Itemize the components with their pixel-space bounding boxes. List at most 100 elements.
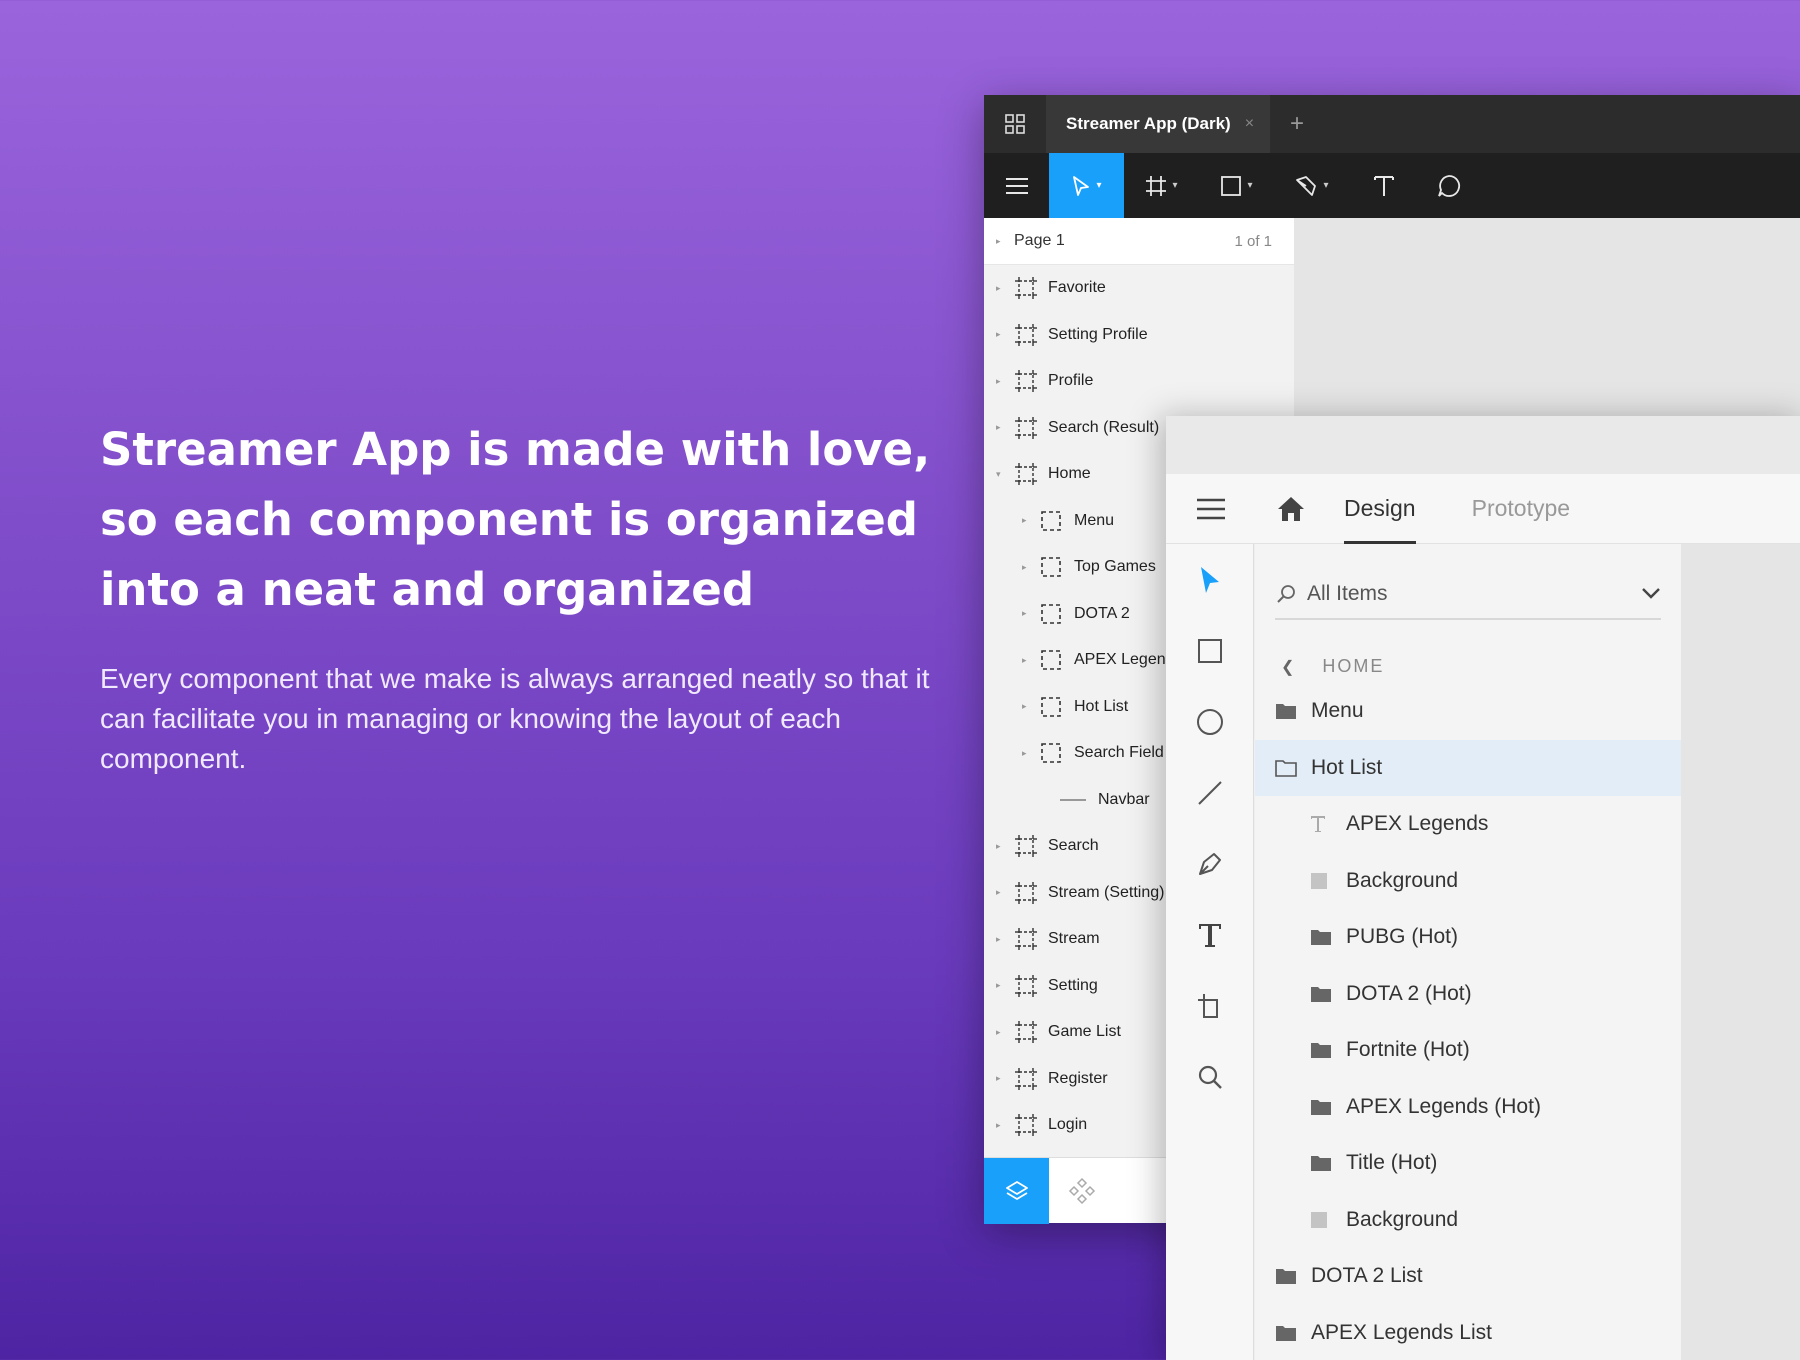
chevron-right-icon[interactable]: ▸ xyxy=(996,1027,1014,1038)
layer-label: Search xyxy=(1048,837,1099,855)
home-icon[interactable] xyxy=(1256,474,1326,544)
frame-icon xyxy=(1014,323,1048,347)
pen-tool-button[interactable]: ▾ xyxy=(1274,153,1349,218)
toolbar: ▾ ▾ ▾ ▾ xyxy=(984,153,1800,218)
chevron-right-icon[interactable]: ▸ xyxy=(996,887,1014,898)
close-icon[interactable]: × xyxy=(1245,115,1254,133)
search-tool[interactable] xyxy=(1166,1041,1253,1112)
asset-list-item[interactable]: APEX Legends (Hot) xyxy=(1255,1079,1681,1136)
tab-design[interactable]: Design xyxy=(1344,474,1416,544)
chevron-right-icon[interactable]: ▸ xyxy=(1022,701,1040,712)
layers-tab-button[interactable] xyxy=(984,1158,1049,1224)
page-label: Page 1 xyxy=(1014,232,1065,249)
chevron-right-icon[interactable]: ▸ xyxy=(996,934,1014,945)
layer-label: Search (Result) xyxy=(1048,418,1160,436)
line-icon xyxy=(1197,780,1222,805)
chevron-right-icon[interactable]: ▸ xyxy=(996,1120,1014,1131)
comment-tool-button[interactable] xyxy=(1419,153,1479,218)
asset-label: PUBG (Hot) xyxy=(1346,925,1459,949)
chevron-right-icon: ▸ xyxy=(996,235,1001,246)
folder-icon xyxy=(1310,1154,1346,1172)
chevron-right-icon[interactable]: ▸ xyxy=(996,1073,1014,1084)
asset-list-item[interactable]: APEX Legends List xyxy=(1255,1305,1681,1360)
page-count: 1 of 1 xyxy=(1234,232,1272,250)
chevron-right-icon[interactable]: ▸ xyxy=(996,376,1014,387)
layer-label: Favorite xyxy=(1048,279,1106,297)
group-icon xyxy=(1040,742,1074,764)
folder-open-icon xyxy=(1275,759,1311,777)
slice-tool[interactable] xyxy=(1166,970,1253,1041)
text-icon xyxy=(1198,923,1221,947)
chevron-down-icon: ▾ xyxy=(1247,180,1253,191)
asset-list-item[interactable]: PUBG (Hot) xyxy=(1255,909,1681,966)
text-tool[interactable] xyxy=(1166,899,1253,970)
asset-list-item[interactable]: Hot List xyxy=(1255,739,1681,796)
select-tool[interactable] xyxy=(1166,544,1253,615)
chevron-right-icon[interactable]: ▸ xyxy=(996,980,1014,991)
ellipse-tool[interactable] xyxy=(1166,686,1253,757)
frame-icon xyxy=(1014,927,1048,951)
rectangle-tool[interactable] xyxy=(1166,615,1253,686)
design-panel-header: Design Prototype xyxy=(1166,474,1800,544)
breadcrumb[interactable]: ❮ HOME xyxy=(1255,656,1681,677)
group-icon xyxy=(1040,556,1074,578)
move-tool-button[interactable]: ▾ xyxy=(1049,153,1124,218)
asset-list-item[interactable]: DOTA 2 List xyxy=(1255,1248,1681,1305)
layer-row[interactable]: ▸ Favorite xyxy=(984,265,1294,312)
frame-icon xyxy=(1146,175,1167,196)
chevron-right-icon[interactable]: ▸ xyxy=(996,329,1014,340)
asset-list-item[interactable]: Fortnite (Hot) xyxy=(1255,1022,1681,1079)
grid-icon[interactable] xyxy=(984,95,1046,153)
asset-list-item[interactable]: DOTA 2 (Hot) xyxy=(1255,966,1681,1023)
chevron-right-icon[interactable]: ▸ xyxy=(996,283,1014,294)
chevron-down-icon: ▾ xyxy=(1172,180,1178,191)
hero-section: Streamer App is made with love, so each … xyxy=(100,415,940,779)
asset-list-item[interactable]: Background xyxy=(1255,1192,1681,1249)
chevron-right-icon[interactable]: ▸ xyxy=(996,841,1014,852)
chevron-right-icon[interactable]: ▸ xyxy=(996,422,1014,433)
layer-label: Top Games xyxy=(1074,558,1156,576)
chevron-right-icon[interactable]: ▸ xyxy=(1022,655,1040,666)
layer-row[interactable]: ▸ Profile xyxy=(984,358,1294,405)
chevron-down-icon: ▾ xyxy=(1096,180,1102,191)
group-icon xyxy=(1040,649,1074,671)
chevron-right-icon[interactable]: ▸ xyxy=(1022,608,1040,619)
chevron-right-icon[interactable]: ▸ xyxy=(1022,748,1040,759)
text-tool-button[interactable] xyxy=(1349,153,1419,218)
line-tool[interactable] xyxy=(1166,757,1253,828)
layer-label: Setting Profile xyxy=(1048,325,1148,343)
group-icon xyxy=(1040,696,1074,718)
frame-tool-button[interactable]: ▾ xyxy=(1124,153,1199,218)
components-tab-button[interactable] xyxy=(1049,1158,1114,1224)
file-tab[interactable]: Streamer App (Dark) × xyxy=(1046,95,1271,153)
layer-label: Login xyxy=(1048,1116,1088,1134)
asset-list-item[interactable]: Background xyxy=(1255,853,1681,910)
folder-icon xyxy=(1310,985,1346,1003)
asset-list-item[interactable]: Title (Hot) xyxy=(1255,1135,1681,1192)
group-icon xyxy=(1040,510,1074,532)
pen-tool[interactable] xyxy=(1166,828,1253,899)
tab-bar: Streamer App (Dark) × + xyxy=(984,95,1800,153)
assets-panel: All Items ❮ HOME Menu Hot List APEX Legend… xyxy=(1255,544,1681,1360)
hero-heading-line-1: Streamer App is made with love, xyxy=(100,423,931,476)
asset-label: Fortnite (Hot) xyxy=(1346,1038,1470,1062)
add-tab-icon[interactable]: + xyxy=(1290,110,1304,138)
chevron-left-icon[interactable]: ❮ xyxy=(1281,657,1294,677)
rectangle-icon xyxy=(1197,638,1222,663)
chevron-right-icon[interactable]: ▸ xyxy=(1022,515,1040,526)
frame-icon xyxy=(1014,416,1048,440)
asset-list-item[interactable]: Menu xyxy=(1255,683,1681,740)
chevron-down-icon[interactable]: ▾ xyxy=(996,469,1014,480)
layer-row[interactable]: ▸ Setting Profile xyxy=(984,312,1294,359)
shape-tool-button[interactable]: ▾ xyxy=(1199,153,1274,218)
asset-list-item[interactable]: APEX Legends xyxy=(1255,796,1681,853)
layer-label: Register xyxy=(1048,1069,1108,1087)
hamburger-menu-icon[interactable] xyxy=(1166,474,1256,544)
hamburger-menu-icon[interactable] xyxy=(984,153,1049,218)
asset-filter-select[interactable]: All Items xyxy=(1275,570,1661,620)
chevron-right-icon[interactable]: ▸ xyxy=(1022,562,1040,573)
tab-prototype[interactable]: Prototype xyxy=(1472,474,1570,544)
slice-icon xyxy=(1197,993,1218,1018)
frame-icon xyxy=(1014,1020,1048,1044)
page-selector[interactable]: ▸ Page 1 1 of 1 xyxy=(984,218,1294,265)
